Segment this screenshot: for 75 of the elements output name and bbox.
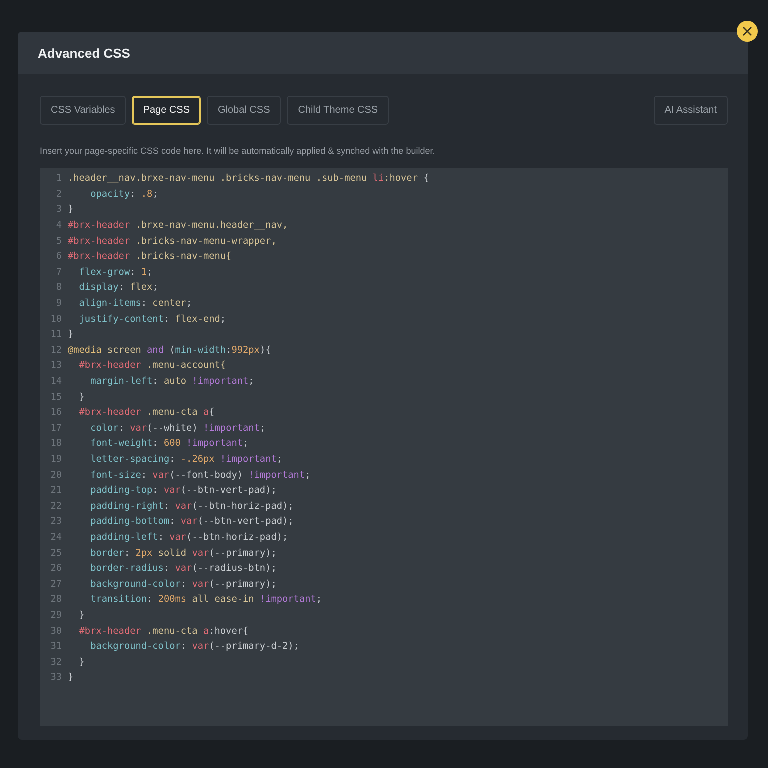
code-line: @media screen and (min-width:992px){ — [68, 344, 272, 356]
line-number: 28 — [50, 594, 63, 606]
line-number: 15 — [50, 392, 63, 403]
code-line: padding-top: var(--btn-vert-pad); — [90, 485, 277, 496]
code-line: #brx-header .brxe-nav-menu.header__nav, — [68, 220, 288, 232]
line-number: 19 — [50, 454, 63, 465]
line-number: 26 — [50, 563, 63, 574]
code-line: margin-left: auto !important; — [90, 376, 254, 388]
description-text: Insert your page-specific CSS code here. It will be automatically applied & synched with the builder. — [40, 146, 436, 156]
code-line: } — [78, 656, 85, 668]
line-number: 5 — [55, 236, 63, 247]
line-number: 9 — [55, 298, 63, 310]
code-line: } — [68, 329, 74, 340]
code-line: padding-bottom: var(--btn-vert-pad); — [90, 516, 294, 528]
close-button[interactable] — [737, 21, 758, 42]
code-line: border: 2px solid var(--primary); — [90, 548, 277, 559]
code-line: padding-right: var(--btn-horiz-pad); — [90, 500, 294, 512]
tab[interactable]: Page CSS — [132, 96, 201, 125]
code-line: background-color: var(--primary-d-2); — [90, 641, 300, 652]
line-number: 10 — [50, 314, 63, 325]
line-number: 30 — [50, 626, 63, 637]
line-number: 31 — [50, 641, 63, 652]
line-number: 27 — [50, 578, 63, 590]
code-line: flex-grow: 1; — [78, 266, 153, 278]
code-line: background-color: var(--primary); — [90, 578, 277, 590]
code-line: #brx-header .menu-cta a{ — [78, 407, 215, 418]
code-line: #brx-header .menu-cta a:hover{ — [78, 626, 249, 637]
tab[interactable]: CSS Variables — [40, 96, 126, 125]
line-number: 12 — [50, 344, 63, 356]
line-number: 3 — [55, 204, 63, 216]
ai-assistant-button[interactable]: AI Assistant — [654, 96, 728, 125]
code-line: .header__nav.brxe-nav-menu .bricks-nav-menu .sub-menu li:hover { — [68, 173, 430, 184]
line-number: 24 — [50, 532, 63, 543]
code-line: justify-content: flex-end; — [78, 314, 226, 325]
line-number: 13 — [50, 360, 63, 372]
code-line: transition: 200ms all ease-in !important; — [90, 594, 322, 606]
close-icon — [743, 27, 752, 36]
line-number: 22 — [50, 500, 63, 512]
tab[interactable]: Global CSS — [207, 96, 282, 125]
line-number: 20 — [50, 470, 63, 481]
code-line: } — [68, 672, 74, 684]
line-number: 32 — [50, 656, 63, 668]
line-number: 1 — [55, 173, 63, 184]
line-number: 14 — [50, 376, 63, 388]
line-number: 23 — [50, 516, 63, 528]
code-line: padding-left: var(--btn-horiz-pad); — [90, 532, 288, 543]
line-number: 25 — [50, 548, 63, 559]
line-number: 2 — [55, 188, 63, 200]
code-line: align-items: center; — [78, 298, 192, 310]
code-line: font-size: var(--font-body) !important; — [90, 470, 311, 481]
code-line: } — [78, 392, 85, 403]
code-line: } — [78, 610, 85, 621]
code-line: #brx-header .bricks-nav-menu-wrapper, — [68, 236, 277, 247]
line-number: 16 — [50, 407, 63, 418]
code-line: #brx-header .menu-account{ — [78, 360, 226, 372]
line-number: 6 — [55, 251, 63, 262]
code-line: #brx-header .bricks-nav-menu{ — [68, 251, 232, 262]
dialog-title: Advanced CSS — [38, 46, 130, 60]
line-number: 4 — [55, 220, 63, 232]
line-number: 29 — [50, 610, 63, 621]
code-line: opacity: .8; — [90, 188, 158, 200]
code-line: font-weight: 600 !important; — [90, 438, 249, 450]
line-number: 8 — [55, 282, 63, 294]
code-line: border-radius: var(--radius-btn); — [90, 563, 277, 574]
code-line: letter-spacing: -.26px !important; — [90, 454, 283, 465]
line-number: 17 — [50, 422, 63, 434]
code-line: color: var(--white) !important; — [90, 422, 266, 434]
line-number: 33 — [50, 672, 63, 684]
tab[interactable]: Child Theme CSS — [287, 96, 390, 125]
line-number: 21 — [50, 485, 63, 496]
line-number: 18 — [50, 438, 63, 450]
code-line: } — [68, 204, 74, 216]
code-line: display: flex; — [78, 282, 158, 294]
line-number: 7 — [55, 266, 63, 278]
line-number: 11 — [50, 329, 63, 340]
